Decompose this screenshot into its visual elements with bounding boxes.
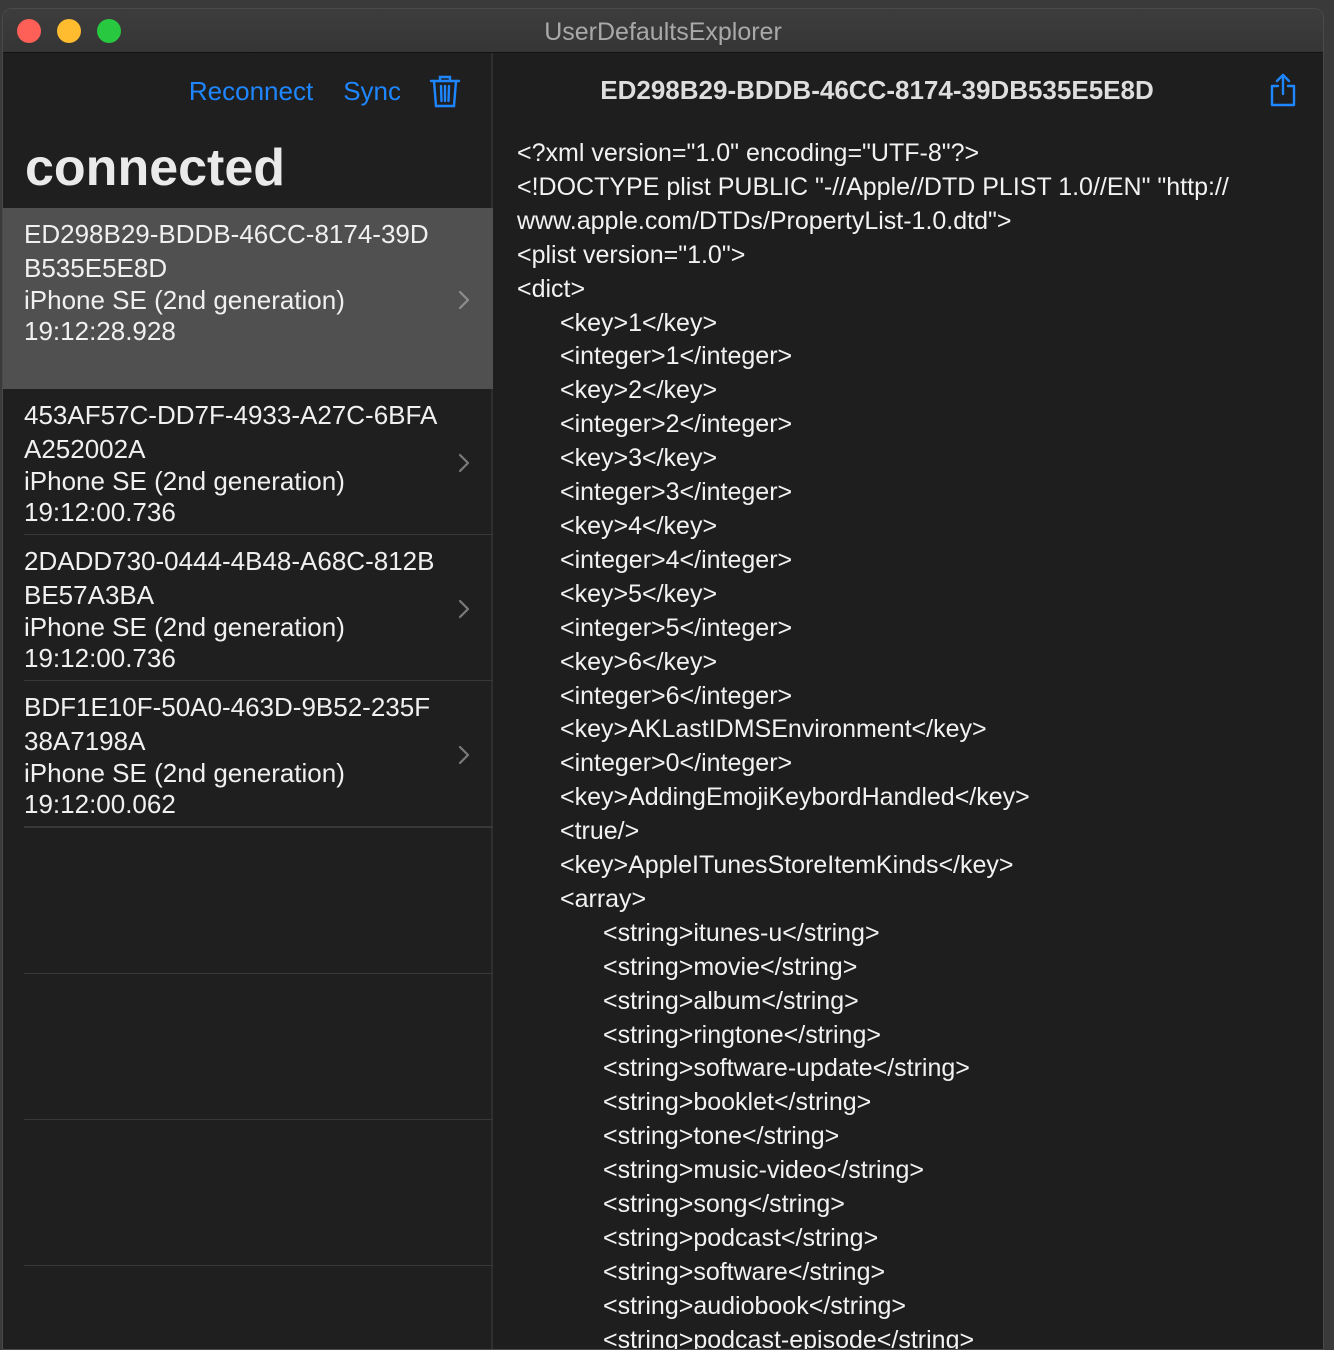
plist-line: <key>AKLastIDMSEnvironment</key> bbox=[560, 715, 987, 744]
plist-line: <key>AddingEmojiKeybordHandled</key> bbox=[560, 783, 1030, 812]
plist-line: <string>software-update</string> bbox=[603, 1054, 970, 1083]
empty-list-row bbox=[24, 828, 493, 974]
plist-line: <key>AppleITunesStoreItemKinds</key> bbox=[560, 851, 1014, 880]
device-uuid: 453AF57C-DD7F-4933-A27C-6BFAA252002A bbox=[24, 400, 438, 464]
plist-line: <string>ringtone</string> bbox=[603, 1020, 881, 1049]
device-row[interactable]: 2DADD730-0444-4B48-A68C-812BBE57A3BA iPh… bbox=[3, 535, 493, 681]
device-row[interactable]: BDF1E10F-50A0-463D-9B52-235F38A7198A iPh… bbox=[3, 681, 493, 827]
app-window: UserDefaultsExplorer Reconnect Sync conn… bbox=[2, 8, 1324, 1350]
plist-line: <string>booklet</string> bbox=[603, 1088, 872, 1117]
plist-line: <string>album</string> bbox=[603, 986, 859, 1015]
device-model: iPhone SE (2nd generation) bbox=[24, 466, 345, 496]
device-timestamp: 19:12:00.062 bbox=[24, 789, 176, 819]
plist-line: <array> bbox=[560, 884, 647, 913]
plist-line: <string>movie</string> bbox=[603, 952, 858, 981]
window-title: UserDefaultsExplorer bbox=[544, 18, 782, 46]
plist-line: <string>podcast</string> bbox=[603, 1224, 879, 1252]
plist-line: <dict> bbox=[517, 274, 586, 303]
device-timestamp: 19:12:00.736 bbox=[24, 643, 176, 673]
device-uuid: ED298B29-BDDB-46CC-8174-39DB535E5E8D bbox=[24, 219, 429, 283]
plist-line: <integer>1</integer> bbox=[560, 342, 793, 371]
device-model: iPhone SE (2nd generation) bbox=[24, 612, 345, 642]
plist-line: <integer>0</integer> bbox=[560, 749, 793, 778]
device-uuid: 2DADD730-0444-4B48-A68C-812BBE57A3BA bbox=[24, 546, 435, 610]
plist-line: <integer>4</integer> bbox=[560, 545, 793, 574]
empty-list-row bbox=[24, 1120, 493, 1266]
plist-line: <integer>3</integer> bbox=[560, 478, 793, 507]
detail-pane: ED298B29-BDDB-46CC-8174-39DB535E5E8D <?x… bbox=[495, 53, 1323, 1349]
chevron-right-icon bbox=[458, 453, 470, 473]
plist-line: <string>song</string> bbox=[603, 1190, 845, 1219]
share-icon[interactable] bbox=[1269, 73, 1297, 107]
plist-line: <true/> bbox=[560, 817, 640, 846]
plist-line: <key>5</key> bbox=[560, 579, 718, 608]
plist-line: <key>2</key> bbox=[560, 376, 718, 405]
title-bar[interactable]: UserDefaultsExplorer bbox=[3, 9, 1323, 53]
sync-button[interactable]: Sync bbox=[343, 76, 401, 107]
device-row[interactable]: 453AF57C-DD7F-4933-A27C-6BFAA252002A iPh… bbox=[3, 389, 493, 535]
plist-line: <integer>6</integer> bbox=[560, 681, 793, 710]
plist-line: <string>audiobook</string> bbox=[603, 1291, 906, 1320]
plist-line: <?xml version="1.0" encoding="UTF-8"?> bbox=[517, 139, 980, 167]
sidebar: Reconnect Sync connected ED298B29-BDDB-4… bbox=[3, 53, 493, 1349]
chevron-right-icon bbox=[458, 599, 470, 619]
device-uuid: BDF1E10F-50A0-463D-9B52-235F38A7198A bbox=[24, 692, 431, 756]
plist-line: <string>itunes-u</string> bbox=[603, 918, 880, 947]
sidebar-toolbar: Reconnect Sync bbox=[159, 71, 461, 111]
plist-line: <string>software</string> bbox=[603, 1257, 886, 1286]
device-model: iPhone SE (2nd generation) bbox=[24, 285, 345, 315]
plist-line: <integer>5</integer> bbox=[560, 613, 793, 642]
device-row[interactable]: ED298B29-BDDB-46CC-8174-39DB535E5E8D iPh… bbox=[3, 208, 493, 389]
plist-line: <string>music-video</string> bbox=[603, 1156, 924, 1185]
plist-line: <key>1</key> bbox=[560, 308, 718, 337]
plist-line: <integer>2</integer> bbox=[560, 410, 793, 439]
detail-title: ED298B29-BDDB-46CC-8174-39DB535E5E8D bbox=[600, 75, 1154, 105]
plist-line: <!DOCTYPE plist PUBLIC "-//Apple//DTD PL… bbox=[517, 172, 1229, 201]
plist-line: www.apple.com/DTDs/PropertyList-1.0.dtd"… bbox=[517, 206, 1012, 235]
device-model: iPhone SE (2nd generation) bbox=[24, 758, 345, 788]
plist-line: <string>podcast-episode</string> bbox=[603, 1325, 975, 1350]
plist-line: <string>tone</string> bbox=[603, 1122, 840, 1151]
chevron-right-icon bbox=[458, 745, 470, 765]
plist-line: <plist version="1.0"> bbox=[517, 240, 746, 269]
trash-icon[interactable] bbox=[429, 74, 461, 108]
empty-list-row bbox=[24, 974, 493, 1120]
plist-line: <key>3</key> bbox=[560, 444, 718, 473]
plist-line: <key>4</key> bbox=[560, 511, 718, 540]
plist-line: <key>6</key> bbox=[560, 647, 718, 676]
device-timestamp: 19:12:00.736 bbox=[24, 497, 176, 527]
connection-status-heading: connected bbox=[25, 139, 286, 197]
device-list: ED298B29-BDDB-46CC-8174-39DB535E5E8D iPh… bbox=[3, 208, 493, 1266]
device-timestamp: 19:12:28.928 bbox=[24, 316, 176, 346]
reconnect-button[interactable]: Reconnect bbox=[189, 76, 313, 107]
plist-content[interactable]: <?xml version="1.0" encoding="UTF-8"?> <!… bbox=[517, 137, 1283, 1350]
chevron-right-icon bbox=[458, 290, 470, 309]
